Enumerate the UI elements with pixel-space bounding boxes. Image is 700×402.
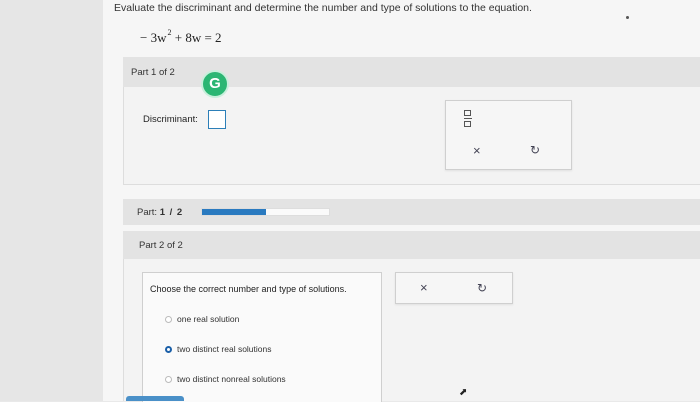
- g-badge-icon[interactable]: G: [201, 70, 229, 98]
- option-two-distinct-real-solutions[interactable]: two distinct real solutions: [165, 344, 272, 354]
- question-prompt: Evaluate the discriminant and determine …: [114, 2, 532, 14]
- part1-label: Part 1 of 2: [131, 67, 175, 78]
- stray-dot: [626, 16, 629, 19]
- part2-undo-button[interactable]: ↻: [477, 281, 487, 295]
- left-margin: [0, 0, 103, 401]
- part2-label: Part 2 of 2: [139, 240, 183, 251]
- part2-header: [123, 231, 700, 259]
- fraction-icon[interactable]: [464, 110, 473, 128]
- radio-button[interactable]: [165, 316, 172, 323]
- mouse-cursor-icon: ⬈: [459, 387, 468, 398]
- part2-tool-panel: [395, 272, 513, 304]
- equation-lhs: − 3w: [140, 30, 167, 45]
- progress-label-value: 1 / 2: [159, 207, 184, 218]
- discriminant-input[interactable]: [208, 110, 226, 129]
- bottom-tab[interactable]: [126, 396, 184, 401]
- equation-rhs: + 8w = 2: [171, 30, 222, 45]
- discriminant-label: Discriminant:: [143, 114, 198, 125]
- option-label: one real solution: [177, 314, 240, 324]
- equation: − 3w2 + 8w = 2: [140, 28, 222, 46]
- option-two-distinct-nonreal-solutions[interactable]: two distinct nonreal solutions: [165, 374, 286, 384]
- part1-clear-button[interactable]: ×: [473, 143, 481, 158]
- progress-label-prefix: Part:: [137, 207, 158, 218]
- part2-clear-button[interactable]: ×: [420, 280, 428, 295]
- option-one-real-solution[interactable]: one real solution: [165, 314, 239, 324]
- progress-label: Part: 1 / 2: [137, 207, 183, 218]
- part1-body: [123, 87, 700, 185]
- choice-prompt: Choose the correct number and type of so…: [150, 284, 347, 294]
- option-label: two distinct real solutions: [177, 344, 272, 354]
- option-label: two distinct nonreal solutions: [177, 374, 286, 384]
- progress-bar: [201, 208, 330, 216]
- progress-fill: [202, 209, 266, 215]
- part1-undo-button[interactable]: ↻: [530, 143, 540, 157]
- radio-button[interactable]: [165, 376, 172, 383]
- radio-button-selected[interactable]: [165, 346, 172, 353]
